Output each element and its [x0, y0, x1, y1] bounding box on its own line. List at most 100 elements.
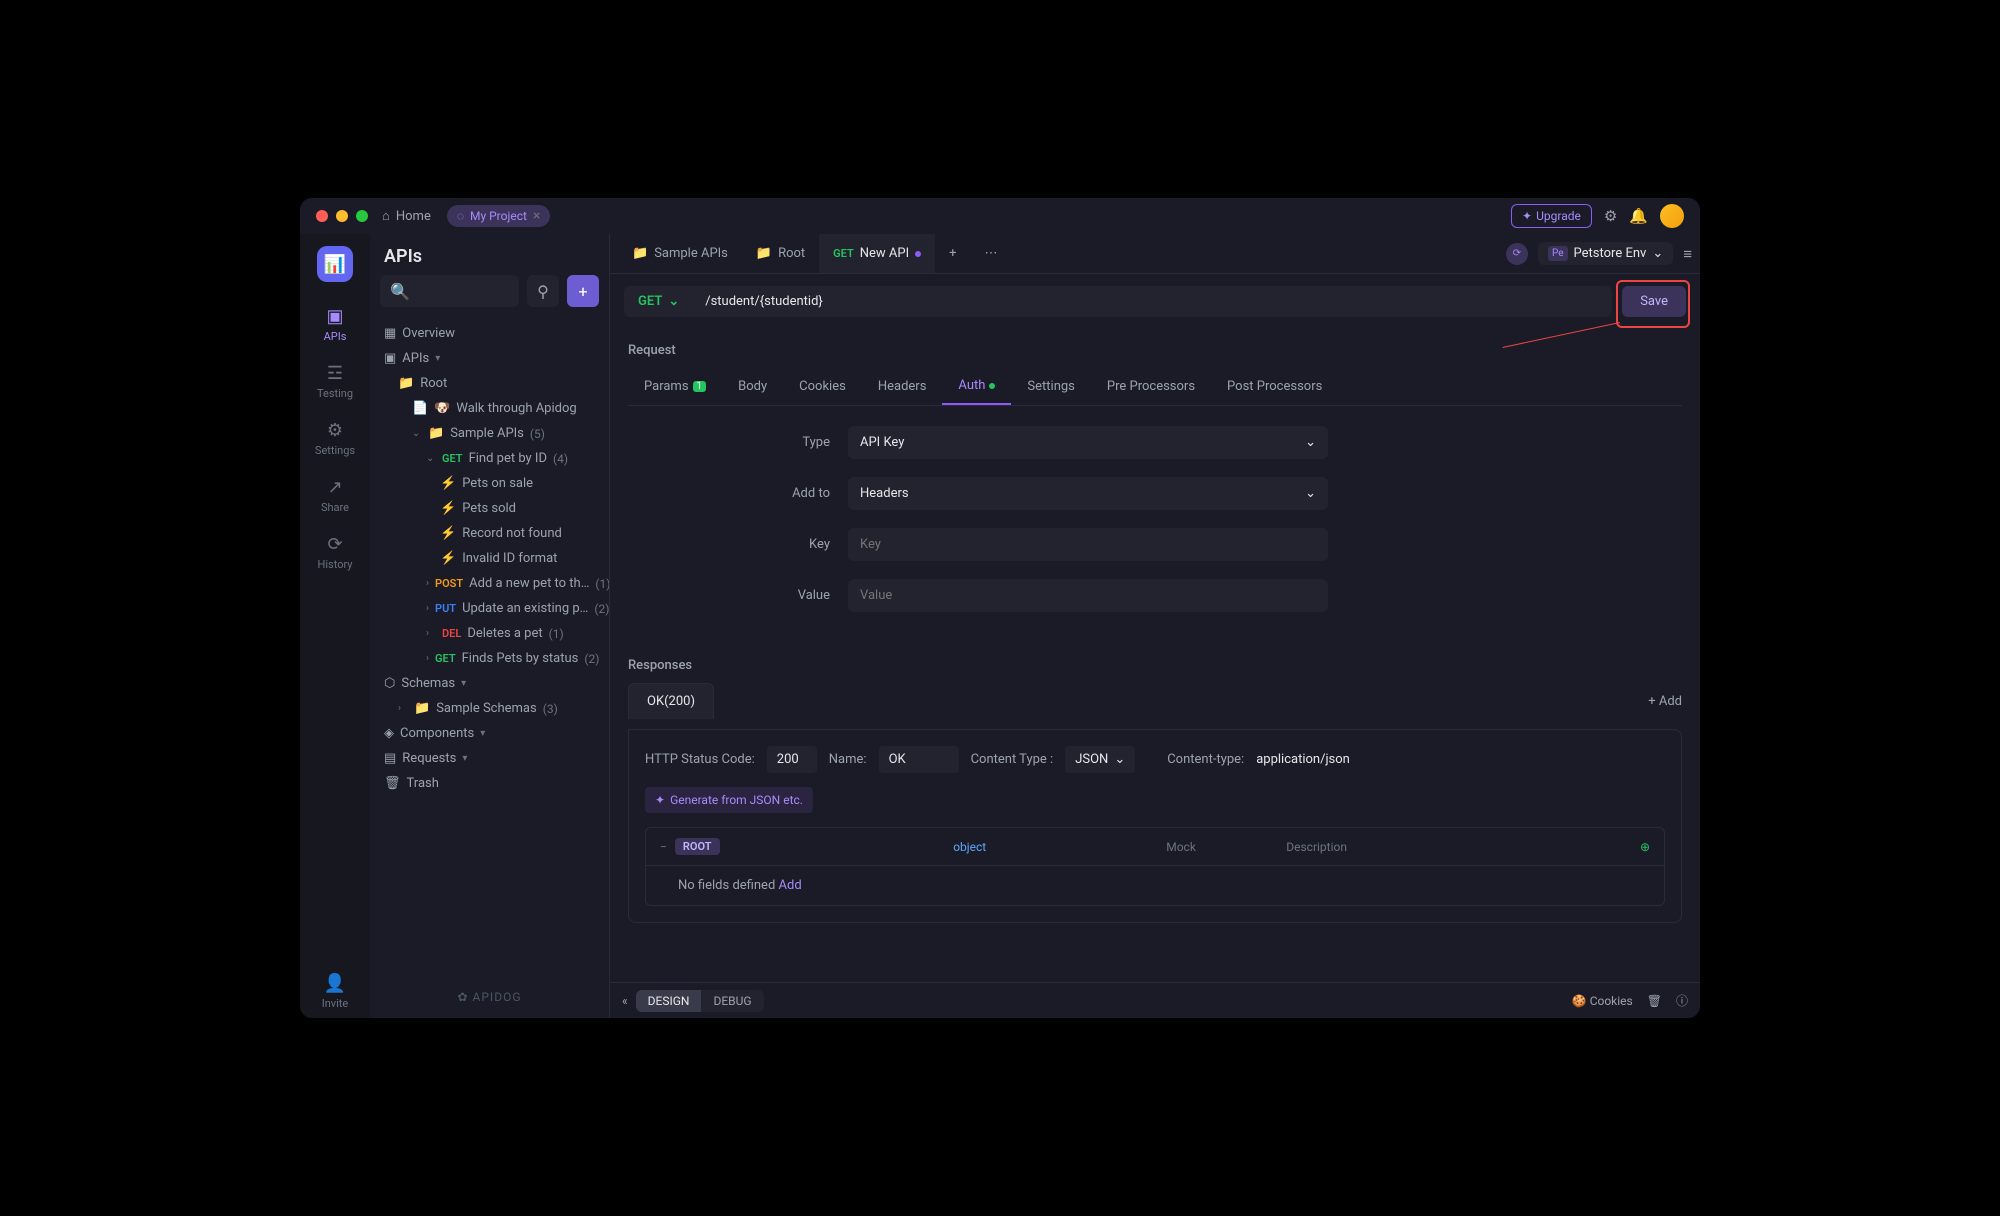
search-input[interactable]: 🔍 [380, 275, 519, 307]
tree-find-pet[interactable]: ⌄GETFind pet by ID(4) [370, 446, 609, 471]
bell-icon[interactable]: 🔔 [1629, 207, 1648, 225]
trash-label: Trash [407, 776, 439, 791]
response-tab-ok[interactable]: OK(200) [628, 683, 714, 719]
rail-settings[interactable]: ⚙Settings [305, 412, 365, 465]
chevron-right-icon: › [426, 603, 429, 614]
req-tab-settings[interactable]: Settings [1011, 368, 1090, 405]
req-tab-headers[interactable]: Headers [862, 368, 943, 405]
mode-design[interactable]: DESIGN [636, 990, 702, 1012]
rail-invite[interactable]: 👤Invite [305, 965, 365, 1018]
upgrade-button[interactable]: ✦ Upgrade [1511, 204, 1592, 228]
tree-sample-schemas[interactable]: ›📁Sample Schemas(3) [370, 696, 609, 721]
collapse-icon[interactable]: − [660, 840, 667, 854]
tree-overview[interactable]: ▦Overview [370, 321, 609, 346]
tree-record-nf[interactable]: ⚡Record not found [370, 521, 609, 546]
addto-row: Add to Headers⌄ [628, 477, 1682, 510]
url-input[interactable] [693, 286, 1612, 317]
cookies-button[interactable]: 🍪 Cookies [1572, 994, 1633, 1008]
tree-invalid-id[interactable]: ⚡Invalid ID format [370, 546, 609, 571]
method-label: GET [638, 294, 662, 309]
tree-sample-apis[interactable]: ⌄📁Sample APIs(5) [370, 421, 609, 446]
rail-history-label: History [318, 558, 353, 571]
rail-history[interactable]: ⟳History [305, 526, 365, 579]
tree-apis-section[interactable]: ▣APIs▾ [370, 346, 609, 371]
overview-label: Overview [402, 326, 455, 341]
minimize-window-button[interactable] [336, 210, 348, 222]
value-input[interactable] [848, 579, 1328, 612]
close-icon[interactable]: × [533, 208, 540, 224]
rail-share[interactable]: ↗Share [305, 469, 365, 522]
rail-apis[interactable]: ▣APIs [305, 298, 365, 351]
gear-icon[interactable]: ⚙ [1604, 207, 1617, 225]
tree-requests[interactable]: ▤Requests▾ [370, 746, 609, 771]
tree-pets-sale[interactable]: ⚡Pets on sale [370, 471, 609, 496]
add-response-button[interactable]: + Add [1648, 694, 1682, 709]
generate-json-button[interactable]: ✦Generate from JSON etc. [645, 787, 813, 813]
menu-icon[interactable]: ≡ [1683, 245, 1692, 263]
environment-select[interactable]: PePetstore Env⌄ [1538, 242, 1673, 265]
help-icon[interactable]: ⓘ [1676, 992, 1688, 1009]
tab-sample-apis[interactable]: 📁Sample APIs [618, 234, 742, 273]
req-tab-body[interactable]: Body [722, 368, 783, 405]
maximize-window-button[interactable] [356, 210, 368, 222]
response-box: HTTP Status Code: Name: Content Type : J… [628, 729, 1682, 923]
project-pill[interactable]: ◌ My Project × [447, 205, 551, 227]
tree-walkthrough[interactable]: 📄🐶Walk through Apidog [370, 396, 609, 421]
trash-icon[interactable]: 🗑 [1647, 994, 1662, 1008]
avatar[interactable] [1660, 204, 1684, 228]
cth-value: application/json [1256, 752, 1350, 767]
key-input[interactable] [848, 528, 1328, 561]
mode-debug[interactable]: DEBUG [701, 990, 763, 1012]
req-tab-pre[interactable]: Pre Processors [1091, 368, 1211, 405]
req-tab-params[interactable]: Params1 [628, 368, 722, 405]
testing-icon: ☲ [327, 363, 343, 384]
pets-sale-label: Pets on sale [462, 476, 533, 491]
filter-button[interactable]: ⚲ [527, 275, 559, 307]
tree-pets-sold[interactable]: ⚡Pets sold [370, 496, 609, 521]
save-button[interactable]: Save [1622, 286, 1686, 317]
refresh-button[interactable]: ⟳ [1506, 243, 1528, 265]
sidebar-header: APIs [370, 234, 609, 275]
req-tab-auth[interactable]: Auth [942, 368, 1011, 405]
home-button[interactable]: ⌂ Home [382, 208, 431, 224]
close-window-button[interactable] [316, 210, 328, 222]
content-type-select[interactable]: JSON⌄ [1065, 746, 1135, 773]
addto-select[interactable]: Headers⌄ [848, 477, 1328, 510]
rail-settings-label: Settings [315, 444, 355, 457]
collapse-sidebar-button[interactable]: « [622, 994, 628, 1008]
type-select[interactable]: API Key⌄ [848, 426, 1328, 459]
add-field-button[interactable]: ⊕ [1640, 840, 1650, 854]
tab-new-api[interactable]: GETNew API [819, 234, 935, 273]
tab-add[interactable]: + [935, 234, 970, 273]
filter-icon: ⚲ [537, 282, 549, 301]
req-tab-post[interactable]: Post Processors [1211, 368, 1338, 405]
pets-sold-label: Pets sold [462, 501, 516, 516]
nofields-label: No fields defined [678, 878, 775, 893]
tree-update-pet[interactable]: ›PUTUpdate an existing p…(2) [370, 596, 609, 621]
method-select[interactable]: GET⌄ [624, 286, 693, 317]
tab-root[interactable]: 📁Root [742, 234, 819, 273]
tree-schemas[interactable]: ⬡Schemas▾ [370, 671, 609, 696]
sample-schemas-count: (3) [543, 702, 558, 716]
url-row: GET⌄ Save [610, 274, 1700, 329]
response-name-input[interactable] [879, 746, 959, 773]
tree-components[interactable]: ◈Components▾ [370, 721, 609, 746]
add-field-link[interactable]: Add [779, 878, 802, 893]
tree-delete-pet[interactable]: ›DELDeletes a pet(1) [370, 621, 609, 646]
folder-icon: 📁 [398, 376, 414, 391]
tree-trash[interactable]: 🗑Trash [370, 771, 609, 796]
req-tab-cookies[interactable]: Cookies [783, 368, 862, 405]
add-button[interactable]: + [567, 275, 599, 307]
rail-testing[interactable]: ☲Testing [305, 355, 365, 408]
tree-finds-status[interactable]: ›GETFinds Pets by status(2) [370, 646, 609, 671]
app-window: ⌂ Home ◌ My Project × ✦ Upgrade ⚙ 🔔 📊 ▣A… [300, 198, 1700, 1018]
tree-add-pet[interactable]: ›POSTAdd a new pet to th…(1) [370, 571, 609, 596]
tree-root[interactable]: 📁Root [370, 371, 609, 396]
status-code-input[interactable] [767, 746, 817, 773]
add-pet-count: (1) [595, 577, 609, 591]
schema-body: No fields defined Add [646, 866, 1664, 905]
plus-icon: + [949, 246, 956, 261]
tab-method: GET [833, 247, 854, 260]
app-logo[interactable]: 📊 [317, 246, 353, 282]
tab-more[interactable]: ⋯ [971, 234, 1012, 273]
